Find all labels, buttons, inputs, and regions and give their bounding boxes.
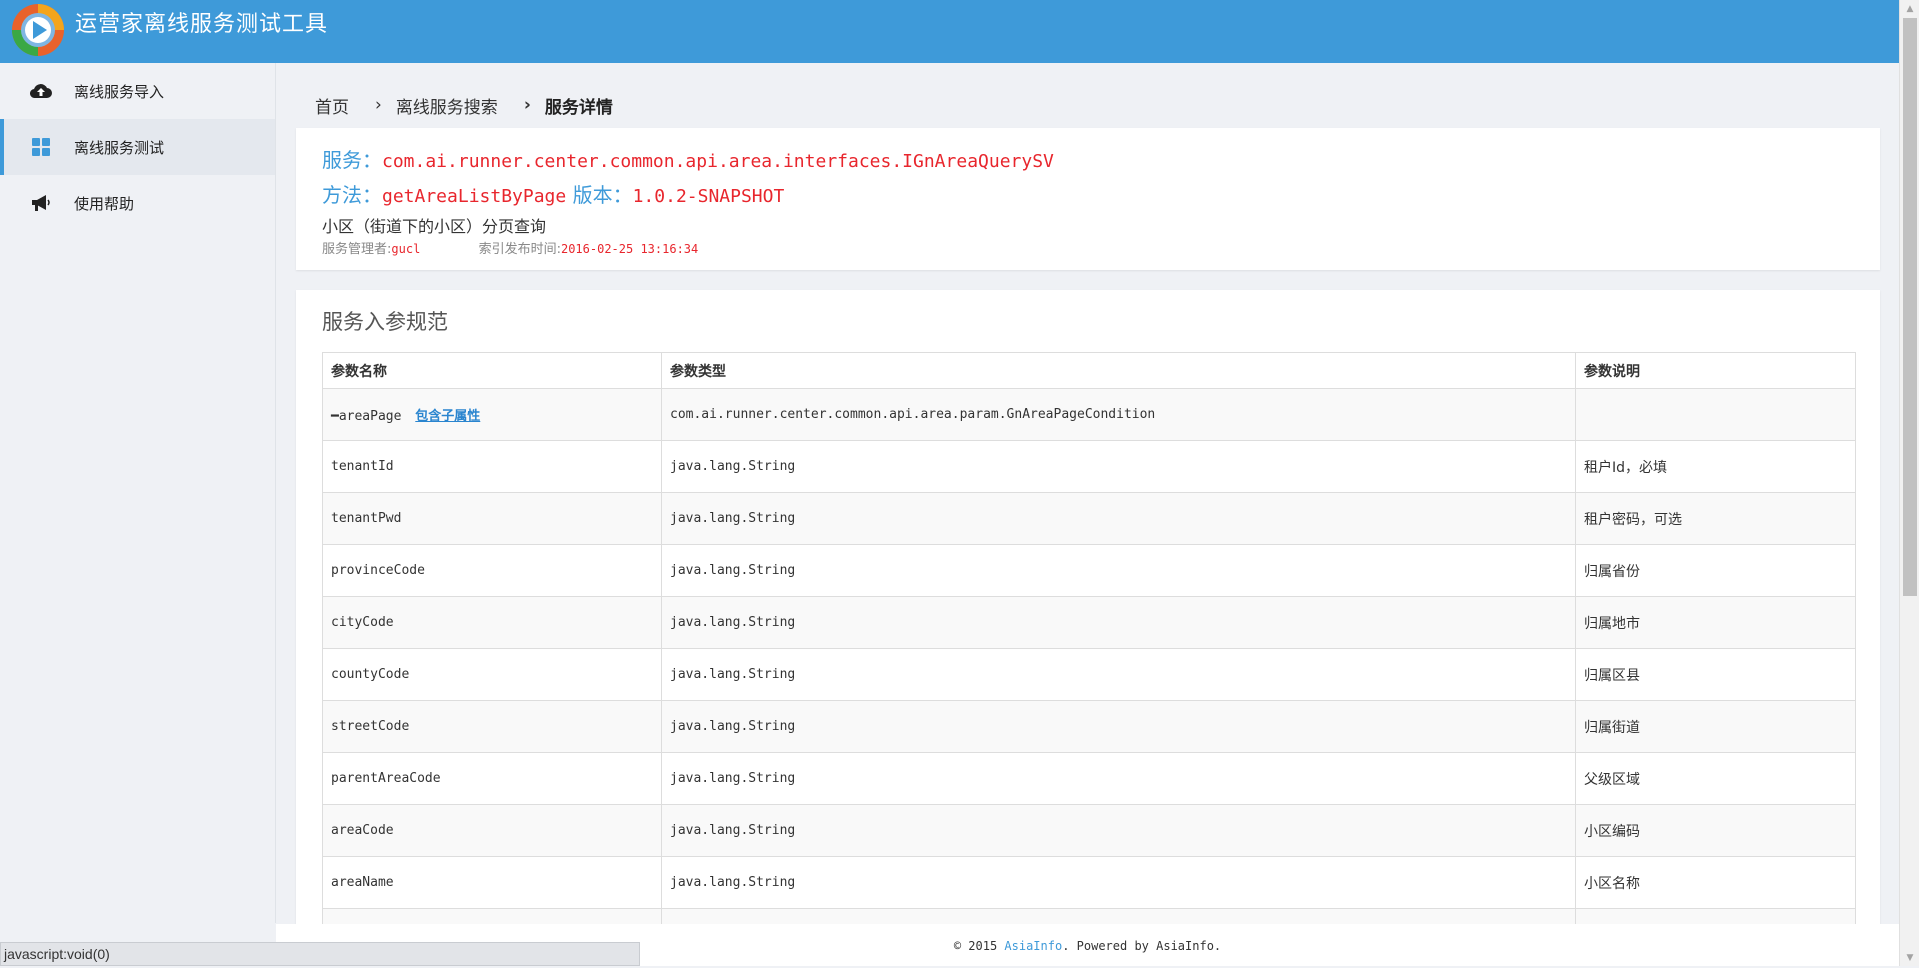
param-name-cell: parentAreaCode (322, 752, 662, 805)
service-meta: 服务管理者:gucl 索引发布时间:2016-02-25 13:16:34 (322, 238, 698, 257)
grid-icon (30, 136, 52, 158)
param-type-cell: java.lang.String (661, 440, 1576, 493)
app-logo-icon[interactable] (10, 2, 66, 58)
footer-powered-by: . Powered by AsiaInfo. (1062, 939, 1222, 953)
method-name: getAreaListByPage (382, 186, 567, 207)
sidebar: 离线服务导入 离线服务测试 使用帮助 (0, 63, 276, 923)
table-row: tenantPwd java.lang.String 租户密码，可选 (322, 492, 1856, 545)
param-type-cell: java.lang.String (661, 648, 1576, 701)
collapse-toggle-icon[interactable]: ━ (331, 409, 339, 424)
param-type-cell: com.ai.runner.center.common.api.area.par… (661, 388, 1576, 441)
sidebar-item-help[interactable]: 使用帮助 (0, 175, 275, 231)
param-desc-cell: 归属区县 (1575, 648, 1856, 701)
param-type-cell: java.lang.String (661, 804, 1576, 857)
sidebar-item-test[interactable]: 离线服务测试 (0, 119, 275, 175)
scroll-down-arrow-icon[interactable]: ▼ (1900, 949, 1919, 966)
service-description: 小区（街道下的小区）分页查询 (322, 217, 547, 236)
scrollbar-thumb[interactable] (1903, 18, 1917, 596)
sidebar-item-import[interactable]: 离线服务导入 (0, 63, 275, 119)
breadcrumb-separator-icon: › (375, 95, 382, 115)
scroll-up-arrow-icon[interactable]: ▲ (1900, 0, 1919, 17)
service-info-card: 服务：com.ai.runner.center.common.api.area.… (296, 128, 1880, 270)
manager-label: 服务管理者: (322, 242, 392, 257)
param-desc-cell: 归属省份 (1575, 544, 1856, 597)
param-desc-cell: 租户密码，可选 (1575, 492, 1856, 545)
param-type-cell: java.lang.String (661, 492, 1576, 545)
param-desc-cell: 归属街道 (1575, 700, 1856, 753)
param-desc-cell: 小区编码 (1575, 804, 1856, 857)
breadcrumb-home[interactable]: 首页 (315, 93, 349, 118)
megaphone-icon (30, 192, 52, 214)
method-line: 方法：getAreaListByPage 版本：1.0.2-SNAPSHOT (322, 179, 784, 208)
param-type-cell: java.lang.String (661, 700, 1576, 753)
table-row: cityCode java.lang.String 归属地市 (322, 596, 1856, 649)
method-label: 方法： (322, 183, 382, 207)
table-row: streetCode java.lang.String 归属街道 (322, 700, 1856, 753)
param-type-cell: java.lang.String (661, 752, 1576, 805)
table-row: parentAreaCode java.lang.String 父级区域 (322, 752, 1856, 805)
breadcrumb-separator-icon: › (523, 95, 531, 115)
table-row: countyCode java.lang.String 归属区县 (322, 648, 1856, 701)
column-header-name: 参数名称 (322, 352, 662, 389)
param-name-cell: provinceCode (322, 544, 662, 597)
service-line: 服务：com.ai.runner.center.common.api.area.… (322, 144, 1054, 173)
param-name-cell: streetCode (322, 700, 662, 753)
table-header-row: 参数名称 参数类型 参数说明 (322, 352, 1856, 389)
app-header: 运营家离线服务测试工具 (0, 0, 1899, 63)
param-type-cell: java.lang.String (661, 856, 1576, 909)
param-name: areaPage (338, 409, 402, 424)
param-desc-cell (1575, 388, 1856, 441)
breadcrumb-search[interactable]: 离线服务搜索 (396, 93, 498, 118)
version-value: 1.0.2-SNAPSHOT (632, 186, 785, 207)
param-name-cell: areaCode (322, 804, 662, 857)
column-header-type: 参数类型 (661, 352, 1576, 389)
footer-copyright: © 2015 (953, 939, 1005, 953)
param-name-cell: cityCode (322, 596, 662, 649)
param-type-cell: java.lang.String (661, 544, 1576, 597)
params-table: 参数名称 参数类型 参数说明 ━areaPage 包含子属性 com.ai.ru… (322, 352, 1856, 930)
footer-brand-link[interactable]: AsiaInfo (1004, 939, 1062, 953)
child-properties-link[interactable]: 包含子属性 (415, 409, 480, 424)
breadcrumb-current: 服务详情 (544, 97, 613, 118)
param-name-cell: ━areaPage 包含子属性 (322, 388, 662, 441)
cloud-upload-icon (30, 80, 52, 102)
breadcrumb: 首页 › 离线服务搜索 › 服务详情 (315, 90, 613, 120)
param-desc-cell: 归属地市 (1575, 596, 1856, 649)
param-name-cell: countyCode (322, 648, 662, 701)
service-name: com.ai.runner.center.common.api.area.int… (382, 151, 1054, 172)
param-type-cell: java.lang.String (661, 596, 1576, 649)
param-name-cell: tenantPwd (322, 492, 662, 545)
param-desc-cell: 租户Id，必填 (1575, 440, 1856, 493)
param-desc-cell: 父级区域 (1575, 752, 1856, 805)
params-section-title: 服务入参规范 (322, 310, 448, 334)
vertical-scrollbar[interactable]: ▲ ▼ (1899, 0, 1919, 966)
param-desc-cell: 小区名称 (1575, 856, 1856, 909)
app-title: 运营家离线服务测试工具 (75, 12, 329, 37)
param-name-cell: tenantId (322, 440, 662, 493)
table-row-root: ━areaPage 包含子属性 com.ai.runner.center.com… (322, 388, 1856, 441)
column-header-desc: 参数说明 (1575, 352, 1856, 389)
sidebar-item-label: 离线服务测试 (74, 138, 165, 157)
param-name-cell: areaName (322, 856, 662, 909)
service-label: 服务： (322, 148, 382, 172)
publish-label: 索引发布时间: (478, 242, 561, 257)
table-row: areaName java.lang.String 小区名称 (322, 856, 1856, 909)
table-row: provinceCode java.lang.String 归属省份 (322, 544, 1856, 597)
browser-status-bar: javascript:void(0) (0, 942, 640, 966)
publish-value: 2016-02-25 13:16:34 (560, 242, 699, 256)
params-card: 服务入参规范 参数名称 参数类型 参数说明 ━areaPage 包含子属性 co… (296, 290, 1880, 930)
version-label: 版本： (572, 183, 633, 207)
manager-value: gucl (391, 242, 421, 256)
sidebar-item-label: 使用帮助 (74, 194, 135, 213)
table-row: areaCode java.lang.String 小区编码 (322, 804, 1856, 857)
table-row: tenantId java.lang.String 租户Id，必填 (322, 440, 1856, 493)
sidebar-item-label: 离线服务导入 (74, 82, 165, 101)
